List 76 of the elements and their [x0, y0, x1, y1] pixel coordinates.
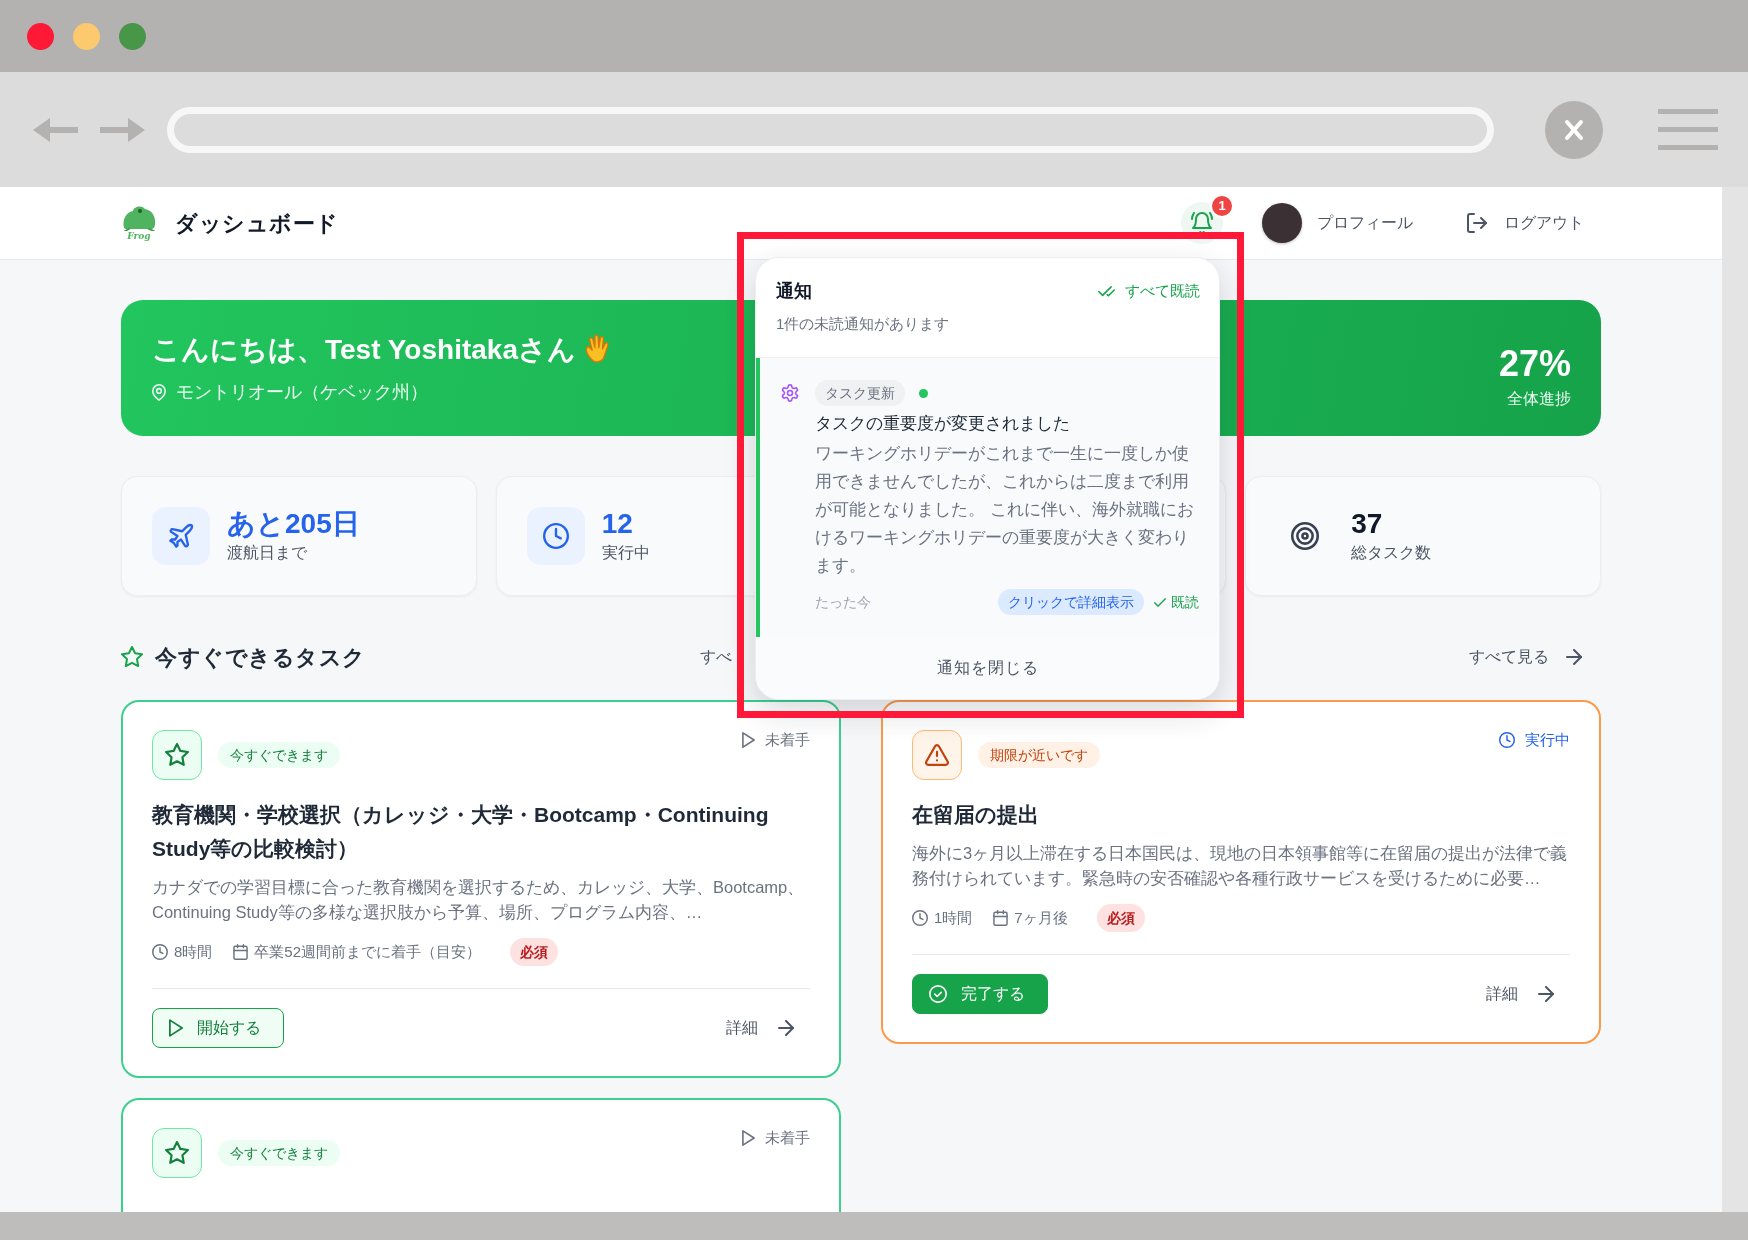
stat-label: 総タスク数: [1351, 543, 1432, 563]
stat-label: 実行中: [601, 543, 650, 563]
check-circle-icon: [929, 985, 947, 1003]
frog-icon: [121, 205, 157, 231]
window-zoom-icon[interactable]: [119, 22, 146, 50]
calendar-icon: [233, 944, 249, 960]
close-notifications-button[interactable]: 通知を閉じる: [756, 637, 1219, 699]
stat-value: 12: [601, 508, 634, 540]
menu-icon[interactable]: [1658, 109, 1718, 150]
progress-value: 27%: [1498, 344, 1571, 384]
due-text: 卒業52週間前までに着手（目安）: [254, 941, 482, 962]
task-description: カナダでの学習目標に合った教育機関を選択するため、カレッジ、大学、Bootcamp、Continuing Study等の多様な選択肢から予算、場所、プログラム内容、…: [152, 877, 806, 923]
greeting-text: こんにちは、Test Yoshitakaさん: [152, 332, 576, 367]
address-field[interactable]: [167, 106, 1494, 153]
check-icon: [1154, 597, 1166, 607]
notification-count-badge: 1: [1210, 194, 1234, 218]
status-badge: 期限が近いです: [978, 742, 1100, 768]
window-minimize-icon[interactable]: [73, 22, 100, 50]
required-tag: 必須: [1096, 904, 1145, 932]
view-all-link[interactable]: すべ: [700, 645, 732, 669]
details-link[interactable]: 詳細: [1486, 982, 1554, 1006]
arrow-right-icon: [1566, 649, 1582, 665]
duration-text: 1時間: [934, 907, 973, 928]
profile-link[interactable]: プロフィール: [1317, 211, 1413, 235]
task-description: 海外に3ヶ月以上滞在する日本国民は、現地の日本領事館等に在留届の提出が法律で義務付けられています。緊急時の安否確認や各種行政サービスを受けるために必要…: [912, 843, 1569, 889]
required-tag: 必須: [510, 938, 559, 966]
unread-dot-icon: [919, 388, 928, 398]
notification-title: タスクの重要度が変更されました: [815, 413, 1071, 434]
play-icon: [169, 1019, 183, 1037]
target-icon: [1291, 522, 1320, 550]
logo-text: Frog: [127, 231, 151, 241]
calendar-icon: [993, 910, 1009, 926]
location-text: モントリオール（ケベック州）: [176, 380, 428, 404]
logout-icon: [1467, 213, 1487, 233]
close-icon[interactable]: [1545, 100, 1603, 159]
view-all-link[interactable]: すべて見る: [1469, 645, 1582, 669]
start-button[interactable]: 開始する: [152, 1008, 284, 1048]
stat-label: 渡航日まで: [227, 543, 308, 563]
task-title: 在留届の提出: [912, 802, 1040, 828]
location-pin-icon: [152, 383, 166, 401]
view-details-button[interactable]: クリックで詳細表示: [998, 589, 1144, 615]
stat-value: 37: [1351, 508, 1384, 540]
panel-title: 通知: [776, 280, 812, 303]
status-label: 未着手: [765, 1128, 810, 1148]
waving-hand-icon: [583, 334, 610, 364]
logout-link[interactable]: ログアウト: [1467, 211, 1584, 235]
page-title: ダッシュボード: [175, 209, 339, 238]
warning-icon: [912, 730, 962, 780]
user-avatar[interactable]: [1262, 203, 1302, 243]
unread-summary: 1件の未読通知があります: [776, 314, 951, 334]
clock-icon: [152, 944, 168, 960]
star-icon: [121, 646, 143, 668]
window-close-icon[interactable]: [27, 22, 54, 50]
section-title: 今すぐできるタスク: [155, 643, 366, 672]
status-label: 未着手: [765, 730, 810, 750]
status-label: 実行中: [1525, 730, 1570, 750]
notification-message: ワーキングホリデーがこれまで一生に一度しか使用できませんでしたが、これからは二度まで利用が可能となりました。 これに伴い、海外就職におけるワーキングホリデーの重要度が大きく変わります。: [815, 443, 1195, 577]
status-badge: 今すぐできます: [218, 742, 340, 768]
timestamp: たった今: [815, 592, 871, 612]
duration-text: 8時間: [174, 941, 213, 962]
gear-icon: [781, 384, 799, 402]
notification-item[interactable]: タスク更新 タスクの重要度が変更されました ワーキングホリデーがこれまで一生に一度しか使用できませんでしたが、これからは二度まで利用が可能となりました。 これに伴い、海外就職におけるワーキングホリデーの重要度が大きく変わります。 たった今 クリックで詳細表示 既読: [756, 358, 1219, 637]
category-tag: タスク更新: [815, 380, 905, 406]
details-link[interactable]: 詳細: [726, 1016, 794, 1040]
progress-label: 全体進捗: [1506, 389, 1571, 409]
airplane-icon: [152, 507, 210, 565]
clock-icon: [526, 507, 585, 565]
due-text: 7ヶ月後: [1014, 907, 1068, 928]
clock-icon: [912, 910, 928, 926]
arrow-right-icon: [1538, 986, 1554, 1002]
bell-icon: [1191, 212, 1213, 234]
double-check-icon: [1098, 285, 1115, 297]
task-title: 教育機関・学校選択（カレッジ・大学・Bootcamp・Continuing Study等の比較検討）: [152, 802, 770, 862]
status-badge: 今すぐできます: [218, 1140, 340, 1166]
stat-value: あと205日: [227, 508, 360, 540]
arrow-right-icon: [778, 1020, 794, 1036]
